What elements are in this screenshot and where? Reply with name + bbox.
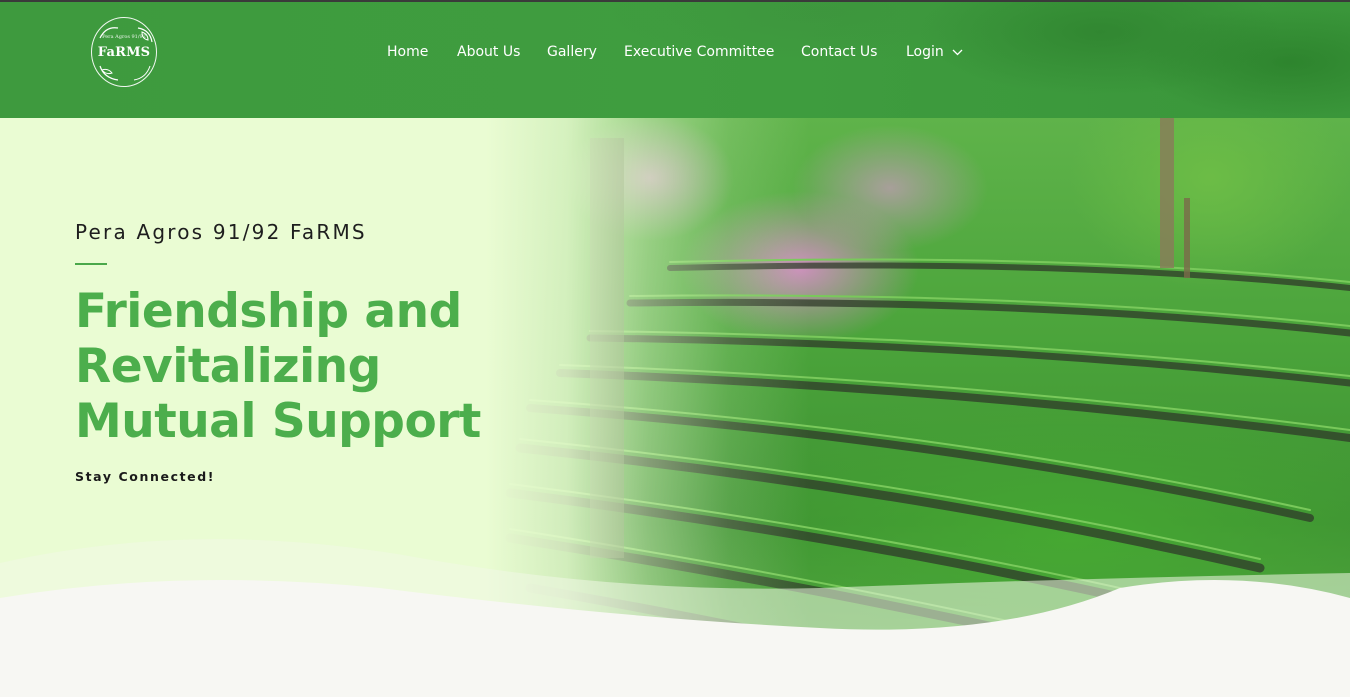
nav-item-login-label: Login <box>906 44 944 60</box>
hero-kicker: Pera Agros 91/92 FaRMS <box>75 220 367 244</box>
logo-small-text: Pera Agros 91/92 <box>102 34 146 40</box>
logo-text: FaRMS <box>97 45 151 60</box>
nav-item-gallery[interactable]: Gallery <box>547 44 597 60</box>
top-border <box>0 0 1350 2</box>
nav-item-home[interactable]: Home <box>387 44 428 60</box>
nav-item-contact-us[interactable]: Contact Us <box>801 44 877 60</box>
hero-headline: Friendship and Revitalizing Mutual Suppo… <box>75 284 481 449</box>
hero-section: Pera Agros 91/92 FaRMS Friendship and Re… <box>0 118 1350 697</box>
hero-divider <box>75 263 107 265</box>
nav-item-executive-committee[interactable]: Executive Committee <box>624 44 774 60</box>
chevron-down-icon <box>952 44 963 60</box>
site-logo[interactable]: Pera Agros 91/92 FaRMS <box>91 17 157 87</box>
site-header: Pera Agros 91/92 FaRMS Home About Us Gal… <box>0 2 1350 118</box>
nav-item-login[interactable]: Login <box>906 44 963 60</box>
hero-tagline: Stay Connected! <box>75 469 216 484</box>
nav-item-about-us[interactable]: About Us <box>457 44 520 60</box>
